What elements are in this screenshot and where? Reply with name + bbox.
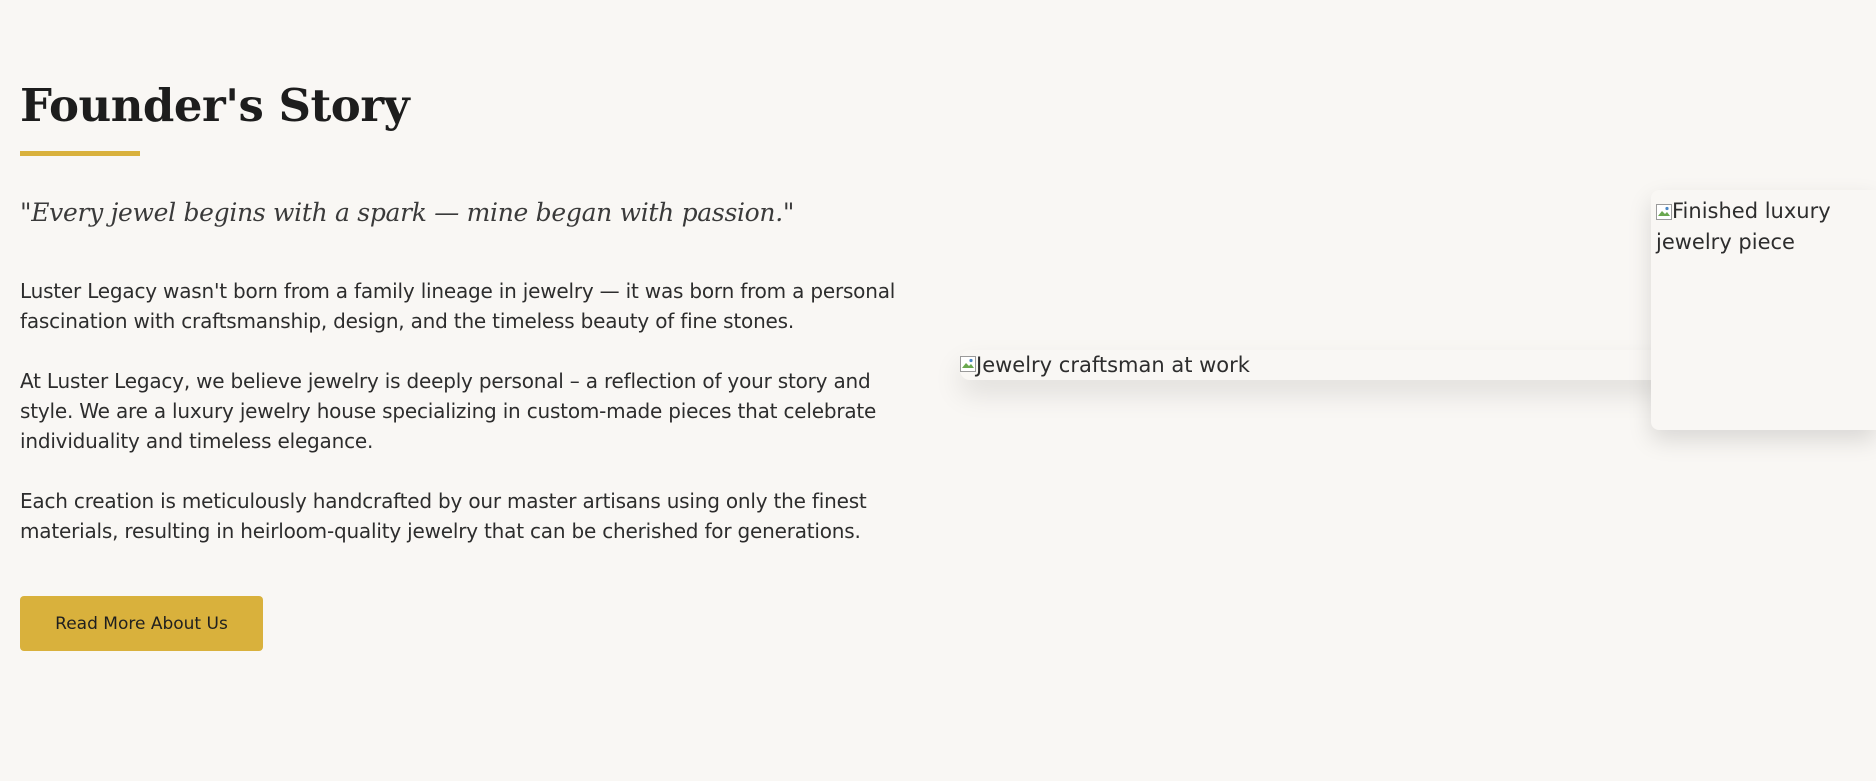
- read-more-button[interactable]: Read More About Us: [20, 596, 263, 651]
- story-paragraph-3: Each creation is meticulously handcrafte…: [20, 489, 867, 543]
- section-heading: Founder's Story: [20, 79, 410, 132]
- founders-story-section: Founder's Story "Every jewel begins with…: [0, 0, 1876, 781]
- founders-story-content: Founder's Story "Every jewel begins with…: [20, 76, 920, 230]
- founder-quote: "Every jewel begins with a spark — mine …: [20, 198, 795, 227]
- jewelry-piece-alt-label: Finished luxury jewelry piece: [1656, 199, 1831, 254]
- story-paragraph-2: At Luster Legacy, we believe jewelry is …: [20, 369, 877, 453]
- broken-image-icon: [1656, 204, 1672, 220]
- broken-image-icon: [960, 356, 976, 372]
- heading-underline-divider: [20, 151, 140, 156]
- jewelry-piece-image-alt-text: Finished luxury jewelry piece: [1656, 196, 1871, 258]
- story-paragraph-1: Luster Legacy wasn't born from a family …: [20, 279, 896, 333]
- craftsman-image-alt-text: Jewelry craftsman at work: [976, 353, 1250, 377]
- jewelry-piece-image: Finished luxury jewelry piece: [1651, 190, 1876, 430]
